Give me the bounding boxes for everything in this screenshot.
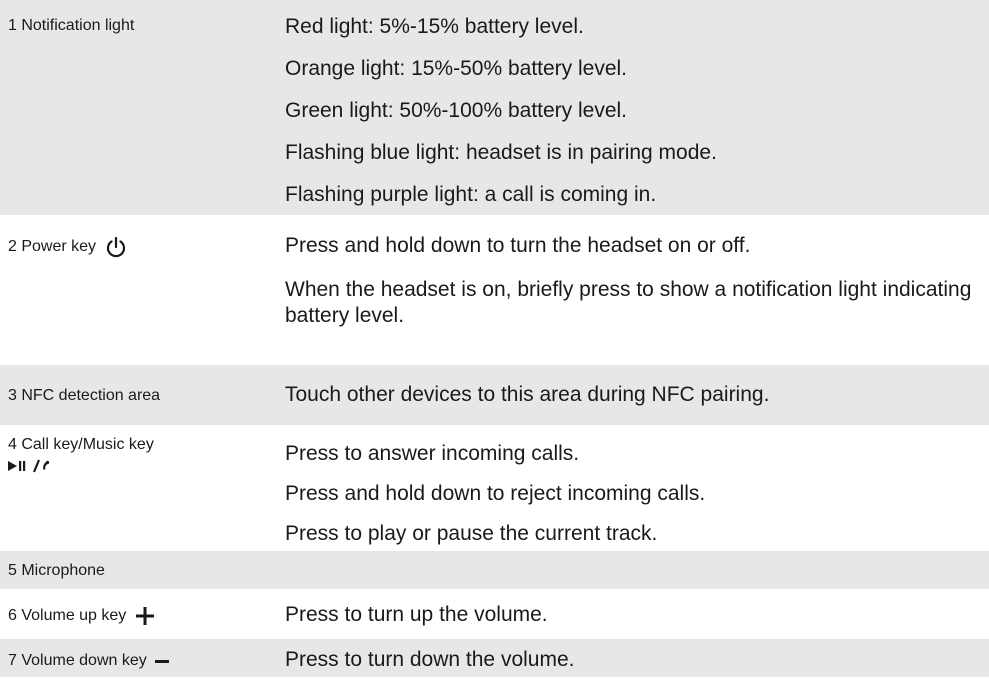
row-label: 6 Volume up key <box>8 607 127 624</box>
row-label: 7 Volume down key <box>8 652 147 669</box>
row-label-cell: 7 Volume down key <box>0 639 285 677</box>
row-label: 4 Call key/Music key <box>8 436 154 453</box>
table-row-call-music-key: 4 Call key/Music key Press to answer inc… <box>0 427 989 551</box>
description-line: Press to answer incoming calls. <box>285 442 580 465</box>
row-label: 1 Notification light <box>8 17 135 34</box>
row-label-cell: 3 NFC detection area <box>0 365 285 425</box>
description-line: Flashing blue light: headset is in pairi… <box>285 141 717 164</box>
row-label-cell: 5 Microphone <box>0 551 285 589</box>
play-pause-call-icon <box>8 458 58 474</box>
description-line: Red light: 5%-15% battery level. <box>285 15 584 38</box>
row-description-cell: Touch other devices to this area during … <box>285 365 989 425</box>
row-description-cell: Press to answer incoming calls. Press an… <box>285 427 989 549</box>
description-line: Flashing purple light: a call is coming … <box>285 183 657 206</box>
description-line: Green light: 50%-100% battery level. <box>285 99 628 122</box>
description-line: Press to play or pause the current track… <box>285 522 658 545</box>
table-row-notification-light: 1 Notification light Red light: 5%-15% b… <box>0 0 989 217</box>
plus-icon <box>135 606 154 625</box>
table-row-microphone: 5 Microphone <box>0 551 989 591</box>
row-label-cell: 1 Notification light <box>0 0 285 215</box>
row-label: 2 Power key <box>8 238 97 256</box>
row-label-cell: 2 Power key <box>0 217 285 363</box>
row-label-cell: 4 Call key/Music key <box>0 427 285 549</box>
description-line: When the headset is on, briefly press to… <box>285 278 972 327</box>
row-label-cell: 6 Volume up key <box>0 591 285 637</box>
row-description-cell: Red light: 5%-15% battery level. Orange … <box>285 0 989 215</box>
row-label: 5 Microphone <box>8 562 105 579</box>
row-description-cell <box>285 551 989 589</box>
description-line: Press to turn down the volume. <box>285 648 575 671</box>
power-icon <box>105 236 127 258</box>
description-line: Press and hold down to turn the headset … <box>285 234 751 257</box>
row-description-cell: Press to turn down the volume. <box>285 639 989 677</box>
table-row-volume-up-key: 6 Volume up key Press to turn up the vol… <box>0 591 989 639</box>
key-description-table: 1 Notification light Red light: 5%-15% b… <box>0 0 989 679</box>
row-description-cell: Press to turn up the volume. <box>285 591 989 637</box>
description-line: Press to turn up the volume. <box>285 603 548 626</box>
row-description-cell: Press and hold down to turn the headset … <box>285 217 989 363</box>
row-label: 3 NFC detection area <box>8 387 161 404</box>
table-row-volume-down-key: 7 Volume down key Press to turn down the… <box>0 639 989 679</box>
description-line: Press and hold down to reject incoming c… <box>285 482 706 505</box>
description-line: Orange light: 15%-50% battery level. <box>285 57 628 80</box>
minus-icon <box>155 652 170 670</box>
table-row-nfc-detection-area: 3 NFC detection area Touch other devices… <box>0 365 989 427</box>
description-line: Touch other devices to this area during … <box>285 383 770 406</box>
table-row-power-key: 2 Power key Press and hold down to turn … <box>0 217 989 365</box>
